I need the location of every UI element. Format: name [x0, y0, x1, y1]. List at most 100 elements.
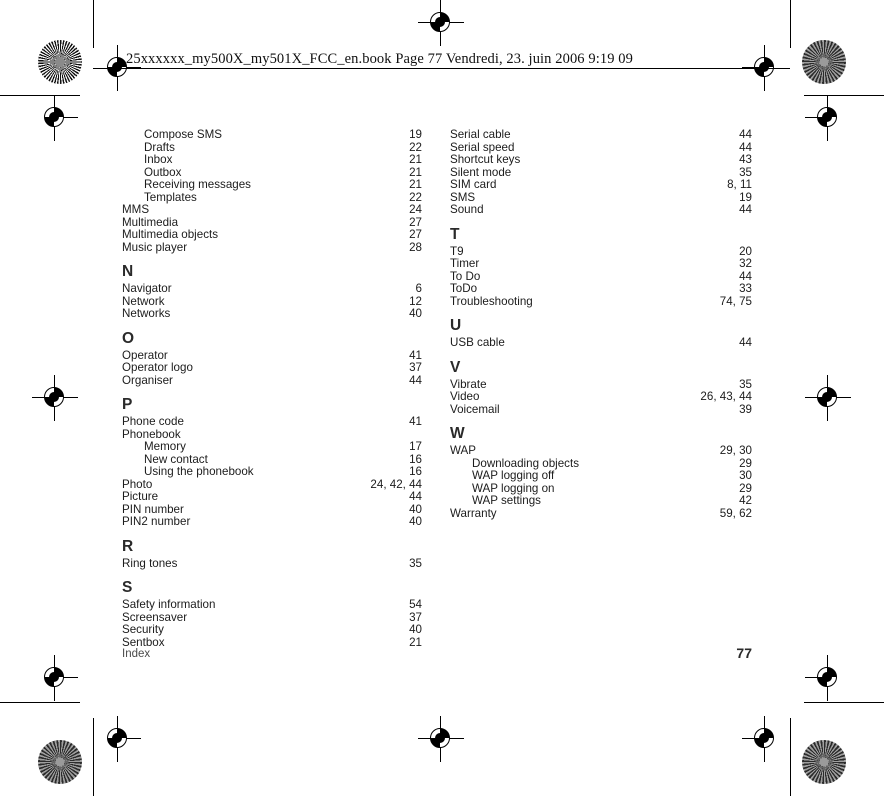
registration-mark-mid-right [805, 375, 851, 421]
index-entry-term: Operator logo [122, 361, 193, 374]
index-entry-term: Shortcut keys [450, 153, 521, 166]
index-entry: Multimedia objects 27 [122, 228, 422, 242]
index-entry-pages: 40 [409, 307, 422, 320]
registration-mark-bottom-left [95, 716, 141, 762]
index-entry-term: Warranty [450, 506, 497, 520]
index-entry-pages: 8, 11 [727, 178, 752, 191]
index-entry-term: WAP logging off [472, 469, 555, 482]
index-entry-pages: 42 [739, 494, 752, 507]
index-entry-term: WAP settings [472, 494, 541, 507]
index-entry: WAP logging off 30 [450, 469, 752, 483]
index-entry: Voicemail 39 [450, 402, 752, 417]
index-entry: Photo 24, 42, 44 [122, 478, 422, 492]
index-entry: MMS 24 [122, 203, 422, 217]
index-entry-term: MMS [122, 203, 150, 216]
trim-line-left-vertical-bottom [93, 718, 95, 796]
index-entry-pages: 43 [739, 153, 752, 166]
index-entry-term: Sound [450, 203, 484, 216]
index-entry-pages: 37 [409, 361, 422, 374]
index-entry-pages: 40 [409, 515, 422, 528]
registration-mark-bottom-center [418, 716, 464, 762]
index-entry: Networks 40 [122, 307, 422, 321]
index-entry-pages: 28 [409, 240, 422, 254]
index-entry-pages: 30 [739, 469, 752, 482]
index-entry: Phone code 41 [122, 415, 422, 429]
index-entry-term: USB cable [450, 336, 505, 349]
index-entry-term: Video [450, 390, 480, 403]
index-section-letter: R [122, 537, 134, 555]
index-entry: Safety information 54 [122, 598, 422, 612]
index-entry: Operator logo 37 [122, 361, 422, 375]
index-entry: Compose SMS 19 [122, 128, 422, 142]
index-entry: Shortcut keys 43 [450, 153, 752, 167]
index-entry-pages: 19 [409, 128, 422, 141]
index-entry: Security 40 [122, 623, 422, 637]
index-section-letter: T [450, 225, 460, 243]
index-entry-term: Inbox [144, 153, 173, 166]
printed-page: 25xxxxxx_my500X_my501X_FCC_en.book Page … [0, 0, 884, 796]
index-entry-pages: 40 [409, 623, 422, 636]
index-column-right: Serial cable 44 Serial speed 44 Shortcut key… [450, 128, 752, 521]
trim-line-top-right-horizontal [804, 95, 884, 97]
index-entry: Timer 32 [450, 257, 752, 271]
index-entry: Organiser 44 [122, 374, 422, 388]
index-entry: Sentbox 21 [122, 636, 422, 650]
index-section-letter: N [122, 263, 134, 280]
index-entry-term: Templates [144, 190, 197, 204]
index-entry-term: Compose SMS [144, 128, 222, 141]
index-entry-term: Safety information [122, 598, 216, 611]
index-entry-pages: 21 [409, 178, 422, 191]
index-entry: Music player 28 [122, 240, 422, 255]
index-entry: USB cable 44 [450, 336, 752, 350]
index-section-letter: U [450, 317, 462, 334]
footer-page-number: 77 [736, 645, 752, 661]
index-entry-pages: 44 [409, 490, 422, 503]
index-entry: T9 20 [450, 245, 752, 259]
registration-mark-top-center [418, 0, 464, 46]
index-entry-pages: 29, 30 [719, 444, 752, 457]
index-entry-term: Voicemail [450, 402, 500, 416]
index-entry: To Do 44 [450, 270, 752, 284]
index-entry-term: Receiving messages [144, 178, 251, 191]
trim-line-left-vertical [93, 0, 95, 48]
index-column-left: Compose SMS 19 Drafts 22 Inbox 21 Outbox 21 Rece… [122, 128, 422, 650]
index-entry-pages: 32 [739, 257, 752, 270]
index-entry-pages: 35 [409, 556, 422, 570]
index-entry: Screensaver 37 [122, 611, 422, 625]
trim-line-bottom-left-horizontal [0, 702, 80, 704]
registration-mark-lower-right [805, 655, 851, 701]
index-entry-term: Navigator [122, 282, 172, 295]
index-section-letter: S [122, 579, 133, 596]
index-section-letter: V [450, 358, 461, 376]
index-section-letter: O [122, 329, 135, 347]
header-rule [93, 68, 790, 70]
index-entry-term: ToDo [450, 282, 478, 295]
star-target-bottom-right [802, 740, 846, 784]
index-entry-term: Timer [450, 257, 480, 270]
registration-mark-upper-left [32, 95, 78, 141]
index-entry: Warranty 59, 62 [450, 506, 752, 521]
registration-mark-mid-left [32, 375, 78, 421]
index-entry-pages: 74, 75 [719, 294, 752, 308]
index-entry-term: PIN2 number [122, 515, 191, 528]
index-entry-term: SIM card [450, 178, 497, 191]
index-entry: Templates 22 [122, 190, 422, 205]
index-entry-pages: 16 [409, 465, 422, 478]
index-entry: WAP 29, 30 [450, 444, 752, 458]
index-entry: Video 26, 43, 44 [450, 390, 752, 404]
index-entry-term: Networks [122, 307, 171, 320]
index-entry-term: Phone code [122, 415, 184, 428]
registration-mark-upper-right [805, 95, 851, 141]
trim-line-bottom-right-horizontal [804, 702, 884, 704]
trim-line-right-vertical-bottom [790, 718, 792, 796]
index-entry-term: Ring tones [122, 556, 178, 570]
header-file-info: 25xxxxxx_my500X_my501X_FCC_en.book Page … [126, 51, 633, 67]
index-entry: Navigator 6 [122, 282, 422, 296]
index-entry-pages: 17 [409, 440, 422, 453]
index-entry: Receiving messages 21 [122, 178, 422, 192]
index-entry-pages: 39 [739, 402, 752, 416]
index-entry: Sound 44 [450, 203, 752, 217]
index-entry: Memory 17 [122, 440, 422, 454]
index-entry: Picture 44 [122, 490, 422, 504]
star-target-top-left [38, 40, 82, 84]
